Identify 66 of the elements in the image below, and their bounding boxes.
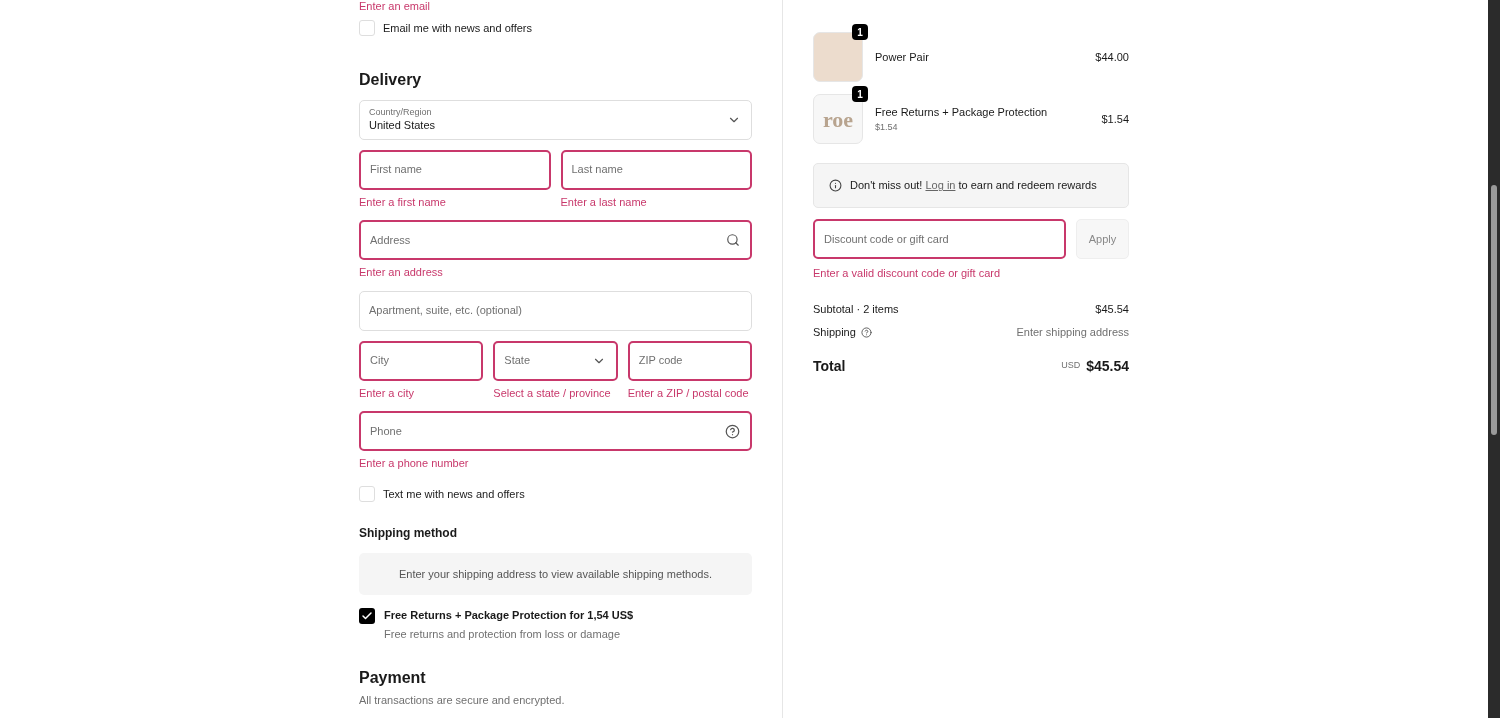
section-heading: Payment [359,668,427,688]
scrollbar[interactable] [1488,0,1500,718]
checkbox[interactable] [359,20,375,37]
section-subtitle: All transactions are secure and encrypted. [359,693,566,708]
error-message: Enter a phone number [359,456,470,471]
shipping-notice: Enter your shipping address to view available shipping methods. [359,553,752,595]
error-message: Enter a ZIP / postal code [627,385,750,401]
error-message: Enter an email [359,0,431,12]
total-value: $45.54 [1086,356,1129,376]
error-message: Enter a city [359,385,416,401]
state-select[interactable]: State [493,340,618,381]
help-icon [725,423,740,439]
placeholder-text: City [370,353,389,369]
search-icon [726,233,740,247]
item-price: $44.00 [1095,49,1129,65]
summary-value: $45.54 [1095,301,1129,317]
checkbox[interactable] [359,485,375,502]
error-message: Enter a first name [359,194,447,210]
info-icon [829,179,842,192]
summary-label: Subtotal · 2 items [813,301,899,317]
error-message: Enter an address [359,265,444,280]
currency-code: USD [1061,359,1081,373]
scrollbar-thumb[interactable] [1491,185,1497,435]
input-field[interactable]: Last name [560,149,752,190]
section-heading: Shipping method [359,525,458,542]
input-field[interactable]: Phone [359,411,752,451]
section-heading: Delivery [359,69,423,90]
placeholder-text: Phone [370,423,402,439]
summary-label: Shipping [813,325,856,340]
quantity-badge: 1 [852,86,868,102]
apply-button[interactable]: Apply [1076,219,1129,259]
placeholder-text: ZIP code [638,353,683,369]
placeholder-text: Last name [571,162,623,178]
error-message: Select a state / province [493,385,612,401]
field-label: Country/Region [369,107,433,118]
placeholder-text: First name [370,162,422,178]
input-field[interactable]: ZIP code [627,340,752,381]
total-label: Total [813,356,846,376]
item-price: $1.54 [1101,111,1129,127]
placeholder-text: State [504,353,530,369]
help-icon [860,326,872,338]
placeholder-text: Apartment, suite, etc. (optional) [369,303,522,319]
rewards-message: Don't miss out! Log in to earn and redeem rewards [850,178,1097,194]
field-value: United States [369,118,436,132]
item-name: Free Returns + Package Protection [875,105,1049,120]
country-select[interactable]: Country/Region United States [359,99,752,140]
error-message: Enter a last name [560,194,648,210]
input-field[interactable]: City [359,340,484,381]
login-link[interactable]: Log in [925,179,956,192]
checkbox-label: Free Returns + Package Protection for 1,54 US$ [384,608,634,623]
error-message: Enter a valid discount code or gift card [813,266,1002,281]
discount-field[interactable]: Discount code or gift card [813,219,1066,259]
input-field[interactable]: First name [359,149,551,190]
item-name: Power Pair [875,49,930,65]
placeholder-text: Address [370,232,411,248]
quantity-badge: 1 [852,24,868,40]
placeholder-text: Discount code or gift card [824,231,949,247]
summary-value: Enter shipping address [1016,325,1129,340]
check-icon [361,610,373,622]
checkbox[interactable] [359,608,375,624]
item-unit-price: $1.54 [875,120,899,134]
checkbox-label: Text me with news and offers [383,486,525,502]
input-field[interactable]: Address [359,220,752,260]
input-field[interactable]: Apartment, suite, etc. (optional) [359,290,752,331]
checkbox-description: Free returns and protection from loss or damage [384,626,621,642]
checkbox-label: Email me with news and offers [383,21,532,36]
